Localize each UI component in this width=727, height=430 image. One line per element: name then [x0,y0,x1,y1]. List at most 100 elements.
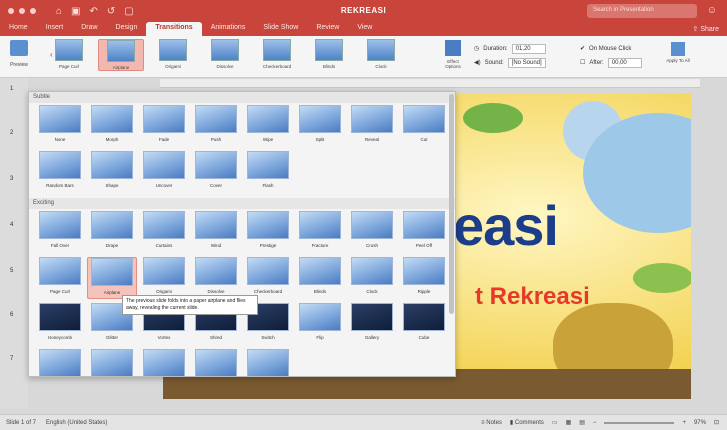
slide-number[interactable]: 1 [10,86,13,92]
undo-icon[interactable]: ↶ [90,6,98,17]
fit-slide-icon[interactable]: ⊡ [714,419,719,426]
transition-tile-wind[interactable]: Wind [191,211,241,253]
transition-tile-split[interactable]: Split [295,105,345,147]
tab-home[interactable]: Home [0,22,37,36]
minimize-window-button[interactable] [19,8,25,14]
slide-count: Slide 1 of 7 [6,419,37,426]
tab-transitions[interactable]: Transitions [146,22,202,36]
transition-tile-blinds[interactable]: Blinds [295,257,345,299]
feedback-smiley-icon[interactable]: ☺ [707,5,717,16]
slide-sorter-icon[interactable]: ▦ [566,419,572,426]
zoom-window-button[interactable] [30,8,36,14]
transition-tile-gallery[interactable]: Gallery [347,303,397,345]
ribbon-transition-label: Dissolve [216,64,234,69]
transition-tile-more[interactable] [191,349,241,376]
slide-number[interactable]: 2 [10,130,13,136]
transition-tile-wipe[interactable]: Wipe [243,105,293,147]
zoom-slider[interactable] [604,421,675,424]
transition-tile-label: Cube [418,335,430,340]
home-icon[interactable]: ⌂ [56,6,62,17]
notes-button[interactable]: ≡ Notes [481,420,502,426]
zoom-out-icon[interactable]: − [593,420,597,426]
transition-tile-crush[interactable]: Crush [347,211,397,253]
transition-tile-cube[interactable]: Cube [399,303,449,345]
slide-number[interactable]: 7 [10,356,13,362]
transition-tile-fall-over[interactable]: Fall Over [35,211,85,253]
origami-icon [159,39,187,61]
tab-draw[interactable]: Draw [72,22,106,36]
transition-tile-uncover[interactable]: Uncover [139,151,189,193]
transition-tile-curtains[interactable]: Curtains [139,211,189,253]
ribbon-transition-checkerboard[interactable]: Checkerboard [254,39,300,71]
tab-view[interactable]: View [348,22,381,36]
preview-button[interactable]: Preview [6,40,32,68]
apply-to-all-button[interactable]: Apply To All [664,42,692,63]
transition-tile-morph[interactable]: Morph [87,105,137,147]
peel-off-icon [403,211,445,239]
transition-tile-airplane[interactable]: Airplane [87,257,137,299]
zoom-in-icon[interactable]: + [682,420,686,426]
tab-animations[interactable]: Animations [202,22,255,36]
ribbon-transition-dissolve[interactable]: Dissolve [202,39,248,71]
after-field[interactable]: 00,00 [607,58,642,68]
transition-tile-cut[interactable]: Cut [399,105,449,147]
gallery-scrollbar[interactable] [449,94,454,314]
effect-options-button[interactable]: Effect Options [440,40,466,69]
tab-review[interactable]: Review [307,22,348,36]
sound-dropdown[interactable]: [No Sound] [507,58,546,68]
zoom-level[interactable]: 97% [694,420,706,426]
ribbon-transition-blinds[interactable]: Blinds [306,39,352,71]
transition-tile-peel-off[interactable]: Peel Off [399,211,449,253]
slide-number[interactable]: 3 [10,176,13,182]
transition-tile-more[interactable] [35,349,85,376]
transition-tile-page-curl[interactable]: Page Curl [35,257,85,299]
slide-subtitle-text[interactable]: t Rekreasi [475,283,590,311]
transition-tile-fade[interactable]: Fade [139,105,189,147]
on-mouse-click-checkbox[interactable]: ✔ [580,42,585,56]
slide-number[interactable]: 5 [10,268,13,274]
comments-button[interactable]: ▮ Comments [510,419,544,426]
transition-tile-cover[interactable]: Cover [191,151,241,193]
after-checkbox[interactable]: ☐ [580,56,585,70]
transition-tile-checkerboard[interactable]: Checkerboard [243,257,293,299]
ribbon-transition-clock[interactable]: Clock [358,39,404,71]
slide-number[interactable]: 4 [10,222,13,228]
transition-tile-random-bars[interactable]: Random Bars [35,151,85,193]
duration-field[interactable]: 01,20 [511,44,546,54]
transition-tile-fracture[interactable]: Fracture [295,211,345,253]
transition-tile-more[interactable] [243,349,293,376]
transition-tile-reveal[interactable]: Reveal [347,105,397,147]
none-icon [39,105,81,133]
close-window-button[interactable] [8,8,14,14]
transition-tile-more[interactable] [87,349,137,376]
ribbon-transition-airplane[interactable]: Airplane [98,39,144,71]
ribbon-transition-origami[interactable]: Origami [150,39,196,71]
search-input[interactable]: Search in Presentation [587,4,697,18]
share-button[interactable]: ⇪ Share [693,25,720,33]
transition-tile-origami[interactable]: Origami [139,257,189,299]
transition-tile-push[interactable]: Push [191,105,241,147]
tab-design[interactable]: Design [107,22,147,36]
ribbon-transition-page-curl[interactable]: Page Curl [46,39,92,71]
transition-tile-honeycomb[interactable]: Honeycomb [35,303,85,345]
slide-number[interactable]: 6 [10,312,13,318]
save-icon[interactable]: ▣ [71,6,80,17]
slide-title-text[interactable]: easi [453,193,559,258]
transition-tile-drape[interactable]: Drape [87,211,137,253]
language-indicator[interactable]: English (United States) [46,420,107,426]
transition-tile-prestige[interactable]: Prestige [243,211,293,253]
reading-view-icon[interactable]: ▤ [579,419,585,426]
transition-tile-more[interactable] [139,349,189,376]
redo-icon[interactable]: ↺ [107,6,115,17]
tab-slide-show[interactable]: Slide Show [254,22,307,36]
transition-tile-none[interactable]: None [35,105,85,147]
normal-view-icon[interactable]: ▭ [552,419,558,426]
customize-icon[interactable]: ▢ [124,6,133,17]
transition-tile-flip[interactable]: Flip [295,303,345,345]
tab-insert[interactable]: Insert [37,22,73,36]
transition-tile-clock[interactable]: Clock [347,257,397,299]
transition-tile-dissolve[interactable]: Dissolve [191,257,241,299]
transition-tile-shape[interactable]: Shape [87,151,137,193]
transition-tile-ripple[interactable]: Ripple [399,257,449,299]
transition-tile-flash[interactable]: Flash [243,151,293,193]
